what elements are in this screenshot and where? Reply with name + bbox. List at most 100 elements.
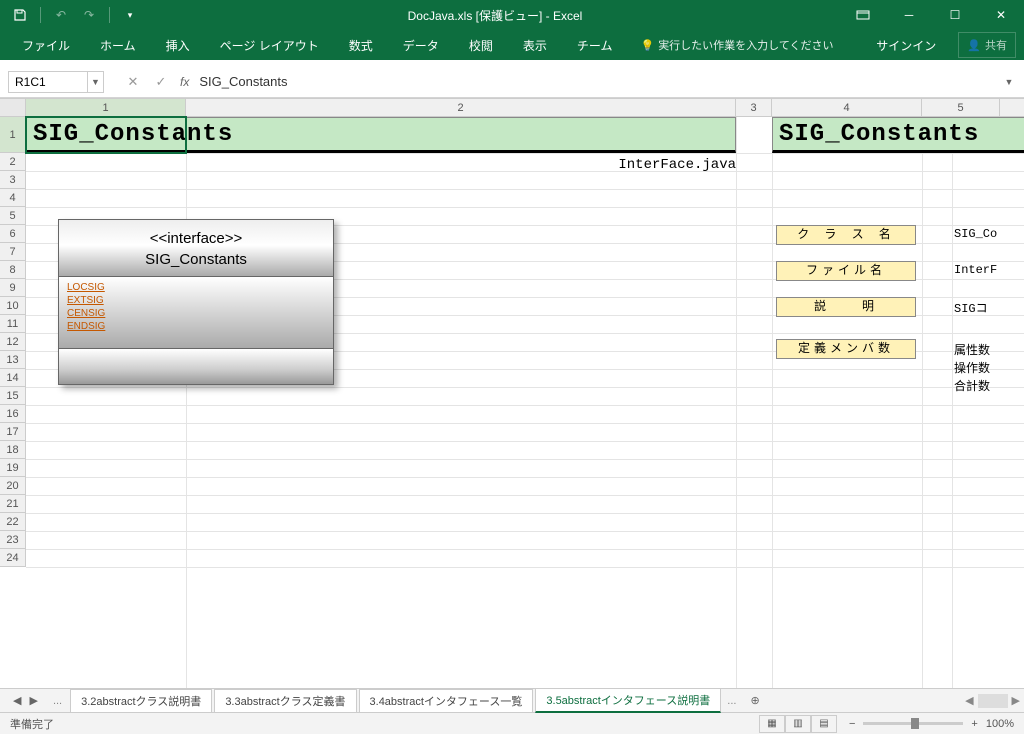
tabs-ellipsis[interactable]: ...	[721, 695, 742, 707]
save-icon[interactable]	[8, 3, 32, 27]
value-attr[interactable]: 属性数	[954, 341, 990, 358]
col-header[interactable]: 3	[736, 99, 772, 116]
tab-team[interactable]: チーム	[563, 31, 627, 60]
ribbon-tabs: ファイル ホーム 挿入 ページ レイアウト 数式 データ 校閲 表示 チーム 💡…	[0, 30, 1024, 60]
share-button[interactable]: 👤 共有	[958, 32, 1016, 58]
add-sheet-icon[interactable]: ⊕	[742, 691, 767, 710]
zoom-in-icon[interactable]: +	[971, 718, 977, 730]
row-header[interactable]: 11	[0, 315, 25, 333]
ribbon-options-icon[interactable]	[840, 0, 886, 30]
tab-formulas[interactable]: 数式	[335, 31, 387, 60]
chevron-down-icon[interactable]: ▼	[87, 72, 103, 92]
row-header[interactable]: 10	[0, 297, 25, 315]
label-classname[interactable]: ク ラ ス 名	[776, 225, 916, 245]
row-header[interactable]: 3	[0, 171, 25, 189]
sheet-tab[interactable]: 3.3abstractクラス定義書	[214, 689, 356, 712]
value-total[interactable]: 合計数	[954, 377, 990, 394]
redo-icon[interactable]: ↷	[77, 3, 101, 27]
formula-expand-icon[interactable]: ▼	[1000, 77, 1018, 87]
value-filename[interactable]: InterF	[954, 263, 997, 277]
value-classname[interactable]: SIG_Co	[954, 227, 997, 241]
close-icon[interactable]: ✕	[978, 0, 1024, 30]
fx-icon[interactable]: fx	[180, 75, 189, 89]
row-header[interactable]: 9	[0, 279, 25, 297]
row-headers: 1 2 3 4 5 6 7 8 9 10 11 12 13 14 15 16 1…	[0, 117, 26, 567]
sheet-tab[interactable]: 3.4abstractインタフェース一覧	[359, 689, 534, 712]
maximize-icon[interactable]: ☐	[932, 0, 978, 30]
row-header[interactable]: 16	[0, 405, 25, 423]
row-header[interactable]: 23	[0, 531, 25, 549]
row-header[interactable]: 2	[0, 153, 25, 171]
row-header[interactable]: 4	[0, 189, 25, 207]
uml-member-link[interactable]: EXTSIG	[67, 294, 325, 307]
tab-home[interactable]: ホーム	[86, 31, 150, 60]
uml-member-link[interactable]: CENSIG	[67, 307, 325, 320]
cancel-formula-icon[interactable]: ✕	[124, 74, 142, 90]
zoom-level[interactable]: 100%	[986, 718, 1014, 730]
lightbulb-icon: 💡	[640, 39, 654, 52]
horizontal-scrollbar[interactable]: ◀ ▶	[965, 694, 1020, 708]
qat-customize-icon[interactable]: ▾	[118, 3, 142, 27]
tabs-ellipsis[interactable]: ...	[47, 695, 68, 707]
col-header[interactable]: 2	[186, 99, 736, 116]
worksheet[interactable]: 1 2 3 4 5 1 2 3 4 5 6 7 8 9 10 11 12 13 …	[0, 98, 1024, 688]
tab-pagelayout[interactable]: ページ レイアウト	[206, 31, 333, 60]
row-header[interactable]: 22	[0, 513, 25, 531]
tab-file[interactable]: ファイル	[8, 31, 84, 60]
cell-grid[interactable]: SIG_Constants SIG_Constants InterFace.ja…	[26, 117, 1024, 688]
scroll-left-icon[interactable]: ◀	[965, 694, 973, 707]
row-header[interactable]: 15	[0, 387, 25, 405]
col-header[interactable]: 5	[922, 99, 1000, 116]
row-header[interactable]: 21	[0, 495, 25, 513]
sheet-tab-active[interactable]: 3.5abstractインタフェース説明書	[535, 688, 721, 713]
name-box[interactable]: R1C1 ▼	[8, 71, 104, 93]
row-header[interactable]: 13	[0, 351, 25, 369]
row-header[interactable]: 19	[0, 459, 25, 477]
scroll-right-icon[interactable]: ▶	[1012, 694, 1020, 707]
row-header[interactable]: 24	[0, 549, 25, 567]
sheet-tab[interactable]: 3.2abstractクラス説明書	[70, 689, 212, 712]
formula-input[interactable]: SIG_Constants	[189, 74, 1000, 89]
page-layout-view-icon[interactable]: ▥	[785, 715, 811, 733]
uml-diagram-shape[interactable]: <<interface>> SIG_Constants LOCSIG EXTSI…	[58, 219, 334, 385]
row-header[interactable]: 6	[0, 225, 25, 243]
merged-title-cell[interactable]: SIG_Constants	[26, 117, 736, 153]
tab-nav-prev-icon[interactable]: ◀	[10, 694, 24, 707]
merged-title-cell-2[interactable]: SIG_Constants	[772, 117, 1024, 153]
tab-review[interactable]: 校閲	[455, 31, 507, 60]
value-op[interactable]: 操作数	[954, 359, 990, 376]
accept-formula-icon[interactable]: ✓	[152, 74, 170, 90]
subtitle-cell[interactable]: InterFace.java	[186, 157, 736, 173]
tell-me-search[interactable]: 💡 実行したい作業を入力してください	[640, 37, 833, 53]
tab-nav-next-icon[interactable]: ▶	[26, 694, 40, 707]
row-header[interactable]: 12	[0, 333, 25, 351]
uml-member-link[interactable]: ENDSIG	[67, 320, 325, 333]
row-header[interactable]: 5	[0, 207, 25, 225]
row-header[interactable]: 1	[0, 117, 25, 153]
col-header[interactable]: 1	[26, 99, 186, 116]
zoom-slider[interactable]	[863, 722, 963, 725]
col-header[interactable]: 4	[772, 99, 922, 116]
tab-data[interactable]: データ	[389, 31, 453, 60]
select-all-corner[interactable]	[0, 99, 26, 116]
signin-link[interactable]: サインイン	[864, 31, 948, 60]
uml-member-link[interactable]: LOCSIG	[67, 281, 325, 294]
label-description[interactable]: 説 明	[776, 297, 916, 317]
normal-view-icon[interactable]: ▦	[759, 715, 785, 733]
uml-attributes: LOCSIG EXTSIG CENSIG ENDSIG	[58, 277, 334, 349]
row-header[interactable]: 20	[0, 477, 25, 495]
undo-icon[interactable]: ↶	[49, 3, 73, 27]
row-header[interactable]: 8	[0, 261, 25, 279]
value-description[interactable]: SIGコ	[954, 299, 988, 316]
row-header[interactable]: 17	[0, 423, 25, 441]
row-header[interactable]: 14	[0, 369, 25, 387]
zoom-out-icon[interactable]: −	[849, 718, 855, 730]
tab-insert[interactable]: 挿入	[152, 31, 204, 60]
row-header[interactable]: 7	[0, 243, 25, 261]
label-membercount[interactable]: 定義メンバ数	[776, 339, 916, 359]
minimize-icon[interactable]: ─	[886, 0, 932, 30]
row-header[interactable]: 18	[0, 441, 25, 459]
pagebreak-view-icon[interactable]: ▤	[811, 715, 837, 733]
label-filename[interactable]: ファイル名	[776, 261, 916, 281]
tab-view[interactable]: 表示	[509, 31, 561, 60]
